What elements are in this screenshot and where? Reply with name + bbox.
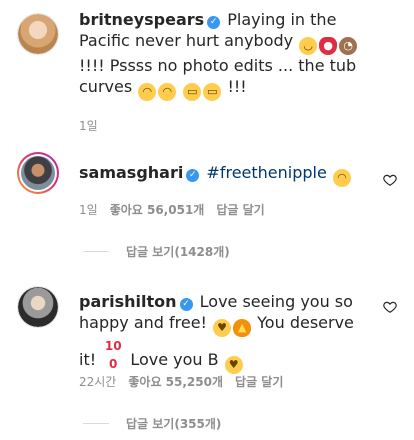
comment-meta: 1일 <box>79 118 110 134</box>
like-heart-icon[interactable] <box>383 173 397 187</box>
reply-button[interactable]: 답글 달기 <box>216 203 264 217</box>
grimacing-face-emoji-icon: ▭ <box>183 83 202 101</box>
comment-text: parishilton ✓ Love seeing you so happy an… <box>79 291 369 374</box>
avatar-ring-inner <box>19 154 57 192</box>
replies-divider <box>83 251 109 252</box>
comment-time[interactable]: 22시간 <box>79 375 116 389</box>
view-replies-label: 답글 보기(1428개) <box>126 245 230 259</box>
view-replies-button[interactable]: 답글 보기(355개) <box>83 416 221 432</box>
smiling-face-with-hearts-emoji-icon: ♥ <box>213 319 232 337</box>
likes-count[interactable]: 좋아요 55,250개 <box>128 375 223 389</box>
comment-body-3: Love you B <box>130 350 219 369</box>
hundred-points-emoji-icon: 100 <box>104 339 122 371</box>
comment-meta: 1일 좋아요 56,051개 답글 달기 <box>79 202 277 218</box>
view-replies-label: 답글 보기(355개) <box>126 417 222 431</box>
grimacing-face-emoji-icon: ▭ <box>203 83 222 101</box>
laughing-emoji-icon: ◠ <box>332 169 351 187</box>
hashtag-link[interactable]: #freethenipple <box>206 163 326 182</box>
likes-count[interactable]: 좋아요 56,051개 <box>110 203 205 217</box>
replies-divider <box>83 423 109 424</box>
reply-button[interactable]: 답글 달기 <box>235 375 283 389</box>
smiling-face-emoji-icon: ◡ <box>299 37 318 55</box>
fire-emoji-icon: ▲ <box>233 319 252 337</box>
comment-text: britneyspears ✓ Playing in the Pacific ne… <box>79 9 369 101</box>
heart-eyes-emoji-icon: ♥ <box>224 356 243 374</box>
avatar[interactable] <box>17 13 59 55</box>
username[interactable]: britneyspears <box>79 10 204 29</box>
laughing-emoji-icon: ◠ <box>138 83 157 101</box>
view-replies-button[interactable]: 답글 보기(1428개) <box>83 244 230 260</box>
verified-badge-icon: ✓ <box>186 169 200 182</box>
avatar-image <box>21 156 55 190</box>
verified-badge-icon: ✓ <box>207 16 221 29</box>
comment-body-3: !!! <box>227 77 247 96</box>
avatar[interactable] <box>17 152 59 194</box>
verified-badge-icon: ✓ <box>179 298 193 311</box>
username[interactable]: parishilton <box>79 292 177 311</box>
avatar[interactable] <box>17 286 59 328</box>
avatar-image <box>18 287 58 327</box>
comment-time[interactable]: 1일 <box>79 203 98 217</box>
like-heart-icon[interactable] <box>383 300 397 314</box>
comment-text: samasghari ✓ #freethenipple ◠ <box>79 162 369 187</box>
comment-time[interactable]: 1일 <box>79 119 98 133</box>
username[interactable]: samasghari <box>79 163 183 182</box>
comment-meta: 22시간 좋아요 55,250개 답글 달기 <box>79 374 295 390</box>
laughing-emoji-icon: ◠ <box>158 83 177 101</box>
avatar-image <box>18 14 58 54</box>
see-no-evil-monkey-emoji-icon: ◔ <box>339 37 358 55</box>
kiss-mark-emoji-icon: ● <box>319 37 338 55</box>
